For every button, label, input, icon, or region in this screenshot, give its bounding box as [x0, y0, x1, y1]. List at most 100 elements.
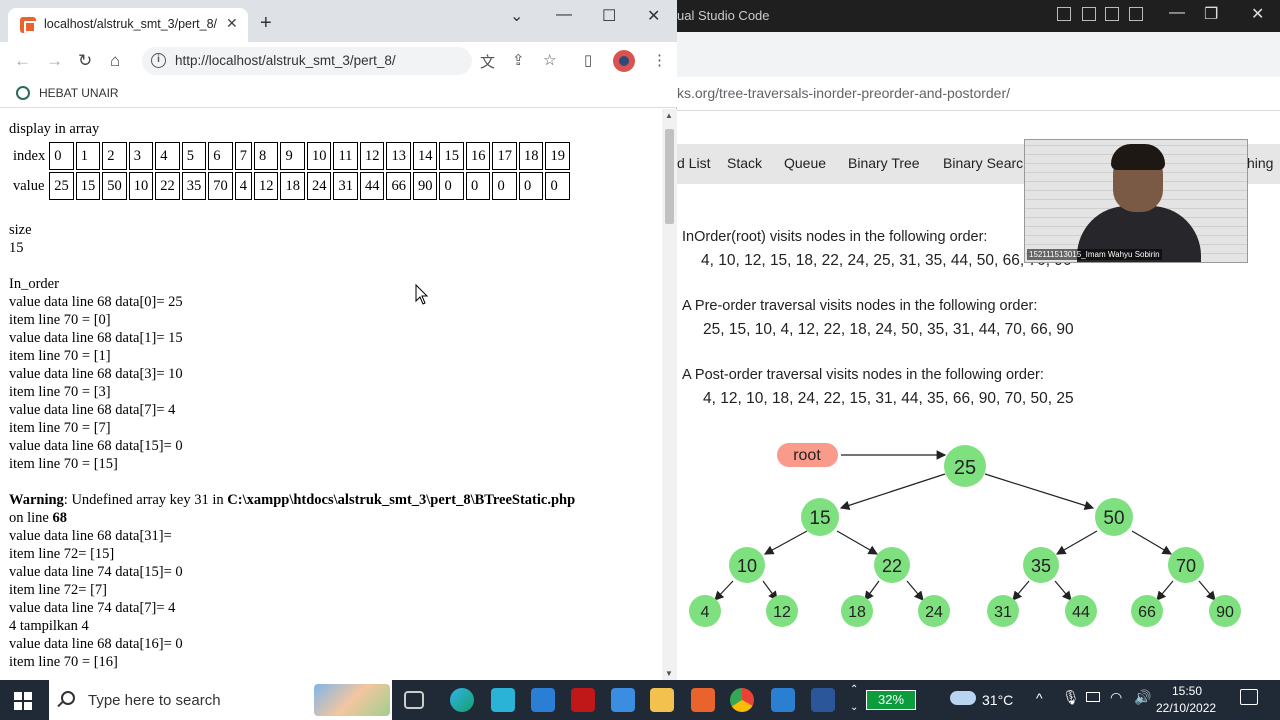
word-icon[interactable]	[811, 688, 835, 712]
value-cell: 90	[412, 172, 438, 200]
taskbar-search[interactable]: Type here to search	[49, 680, 392, 720]
tray-expand-icon[interactable]: ⌃	[850, 684, 858, 695]
value-cell: 24	[306, 172, 332, 200]
chevron-up-icon[interactable]: ^	[1036, 690, 1043, 706]
tree-node-label: 70	[1176, 556, 1196, 576]
background-window: ual Studio Code — ❐ ✕ ks.org/tree-traver…	[677, 0, 1280, 680]
output-line: item line 70 = [16]	[9, 654, 118, 670]
tab-close-icon[interactable]: ✕	[226, 15, 238, 32]
layout-icon[interactable]	[1057, 7, 1071, 21]
clock-time[interactable]: 15:50	[1172, 684, 1202, 698]
store-icon[interactable]	[531, 688, 555, 712]
bookmark-icon	[16, 86, 30, 100]
output-line: item line 70 = [0]	[9, 312, 111, 328]
back-icon[interactable]: ←	[14, 51, 31, 71]
weather-icon	[950, 691, 976, 705]
output-line: 4 tampilkan 4	[9, 618, 89, 634]
scrollbar-thumb[interactable]	[665, 129, 674, 224]
index-cell: 6	[208, 142, 233, 170]
value-cell: 0	[518, 172, 544, 200]
nav-item[interactable]: hing	[1247, 155, 1273, 171]
file-explorer-icon[interactable]	[650, 688, 674, 712]
minimize-icon[interactable]: —	[1169, 4, 1185, 22]
minimize-button[interactable]: —	[556, 6, 572, 24]
output-line: item line 70 = [1]	[9, 348, 111, 364]
maximize-button[interactable]: ☐	[602, 6, 616, 26]
reload-icon[interactable]: ↻	[78, 51, 92, 71]
value-cell: 0	[439, 172, 464, 200]
windows-start-icon[interactable]	[14, 692, 32, 710]
layout-icon[interactable]	[1082, 7, 1096, 21]
tree-node-label: 66	[1138, 604, 1156, 621]
value-cell: 70	[208, 172, 233, 200]
tab-active[interactable]: localhost/alstruk_smt_3/pert_8/ ✕	[8, 8, 248, 42]
mouse-cursor-icon	[415, 284, 429, 305]
tab-search-icon[interactable]: ⌄	[510, 6, 523, 26]
layout-icon[interactable]	[1129, 7, 1143, 21]
home-icon[interactable]: ⌂	[110, 51, 120, 71]
warning-line-number: 68	[52, 510, 68, 526]
close-icon[interactable]: ✕	[1251, 4, 1264, 24]
inorder-text: InOrder(root) visits nodes in the follow…	[682, 229, 988, 245]
output-line: value data line 68 data[1]= 15	[9, 330, 183, 346]
side-panel-icon[interactable]: ▯	[584, 51, 592, 69]
tray-collapse-icon[interactable]: ⌄	[850, 702, 858, 713]
mail-icon[interactable]	[611, 688, 635, 712]
value-cell: 22	[155, 172, 180, 200]
task-view-icon[interactable]	[404, 691, 424, 709]
wifi-icon[interactable]: ◠	[1110, 689, 1122, 706]
inorder-label: In_order	[9, 276, 59, 292]
index-cell: 10	[306, 142, 332, 170]
notification-icon[interactable]	[1240, 689, 1258, 705]
restore-icon[interactable]: ❐	[1204, 4, 1218, 24]
index-cell: 17	[492, 142, 517, 170]
translate-icon[interactable]: 文	[480, 51, 495, 72]
close-window-button[interactable]: ✕	[647, 6, 660, 26]
nav-item[interactable]: Stack	[727, 155, 762, 171]
index-cell: 0	[49, 142, 74, 170]
new-tab-button[interactable]: +	[260, 12, 272, 35]
search-icon	[61, 691, 75, 705]
mcafee-icon[interactable]	[571, 688, 595, 712]
value-cell: 4	[234, 172, 252, 200]
share-icon[interactable]: ⇪	[512, 51, 525, 69]
weather-temp[interactable]: 31°C	[982, 692, 1013, 708]
star-icon[interactable]: ☆	[543, 51, 556, 69]
info-icon[interactable]: i	[151, 53, 166, 68]
index-cell: 14	[412, 142, 438, 170]
tree-node-label: 90	[1216, 604, 1234, 621]
menu-icon[interactable]: ⋮	[652, 51, 667, 69]
app-l-icon[interactable]	[491, 688, 515, 712]
battery-icon[interactable]	[1086, 692, 1100, 702]
address-bar[interactable]: i http://localhost/alstruk_smt_3/pert_8/	[142, 47, 472, 75]
microphone-icon[interactable]: 🎙	[1062, 689, 1080, 706]
bookmarks-bar: HEBAT UNAIR	[0, 80, 677, 108]
output-line: item line 72= [15]	[9, 546, 115, 562]
value-cell: 50	[102, 172, 127, 200]
edge-icon[interactable]	[450, 688, 474, 712]
battery-indicator[interactable]: 32%	[866, 690, 916, 710]
output-line: item line 72= [7]	[9, 582, 107, 598]
forward-icon[interactable]: →	[46, 51, 63, 71]
index-cell: 9	[280, 142, 305, 170]
profile-avatar[interactable]	[613, 50, 635, 72]
tab-strip: localhost/alstruk_smt_3/pert_8/ ✕ + ⌄ — …	[0, 0, 677, 42]
nav-item[interactable]: d List	[677, 155, 710, 171]
clock-date[interactable]: 22/10/2022	[1156, 701, 1216, 715]
value-row: value 25 15 50 10 22 35 70 4 12 18 24 31…	[11, 172, 570, 200]
vscode-icon[interactable]	[771, 688, 795, 712]
xampp-icon[interactable]	[691, 688, 715, 712]
index-cell: 16	[465, 142, 491, 170]
nav-item[interactable]: Queue	[784, 155, 826, 171]
vertical-scrollbar[interactable]: ▲ ▼	[662, 109, 677, 680]
inorder-values: 4, 10, 12, 15, 18, 22, 24, 25, 31, 35, 4…	[701, 252, 1072, 269]
layout-icon[interactable]	[1105, 7, 1119, 21]
bookmark-item[interactable]: HEBAT UNAIR	[39, 86, 119, 100]
output-line: item line 70 = [3]	[9, 384, 111, 400]
nav-item[interactable]: Binary Tree	[848, 155, 920, 171]
nav-item[interactable]: Binary Searc	[943, 155, 1023, 171]
preorder-values: 25, 15, 10, 4, 12, 22, 18, 24, 50, 35, 3…	[703, 321, 1074, 338]
chrome-icon[interactable]	[730, 688, 754, 712]
vscode-title: ual Studio Code	[677, 8, 770, 23]
volume-icon[interactable]: 🔊	[1134, 689, 1151, 706]
